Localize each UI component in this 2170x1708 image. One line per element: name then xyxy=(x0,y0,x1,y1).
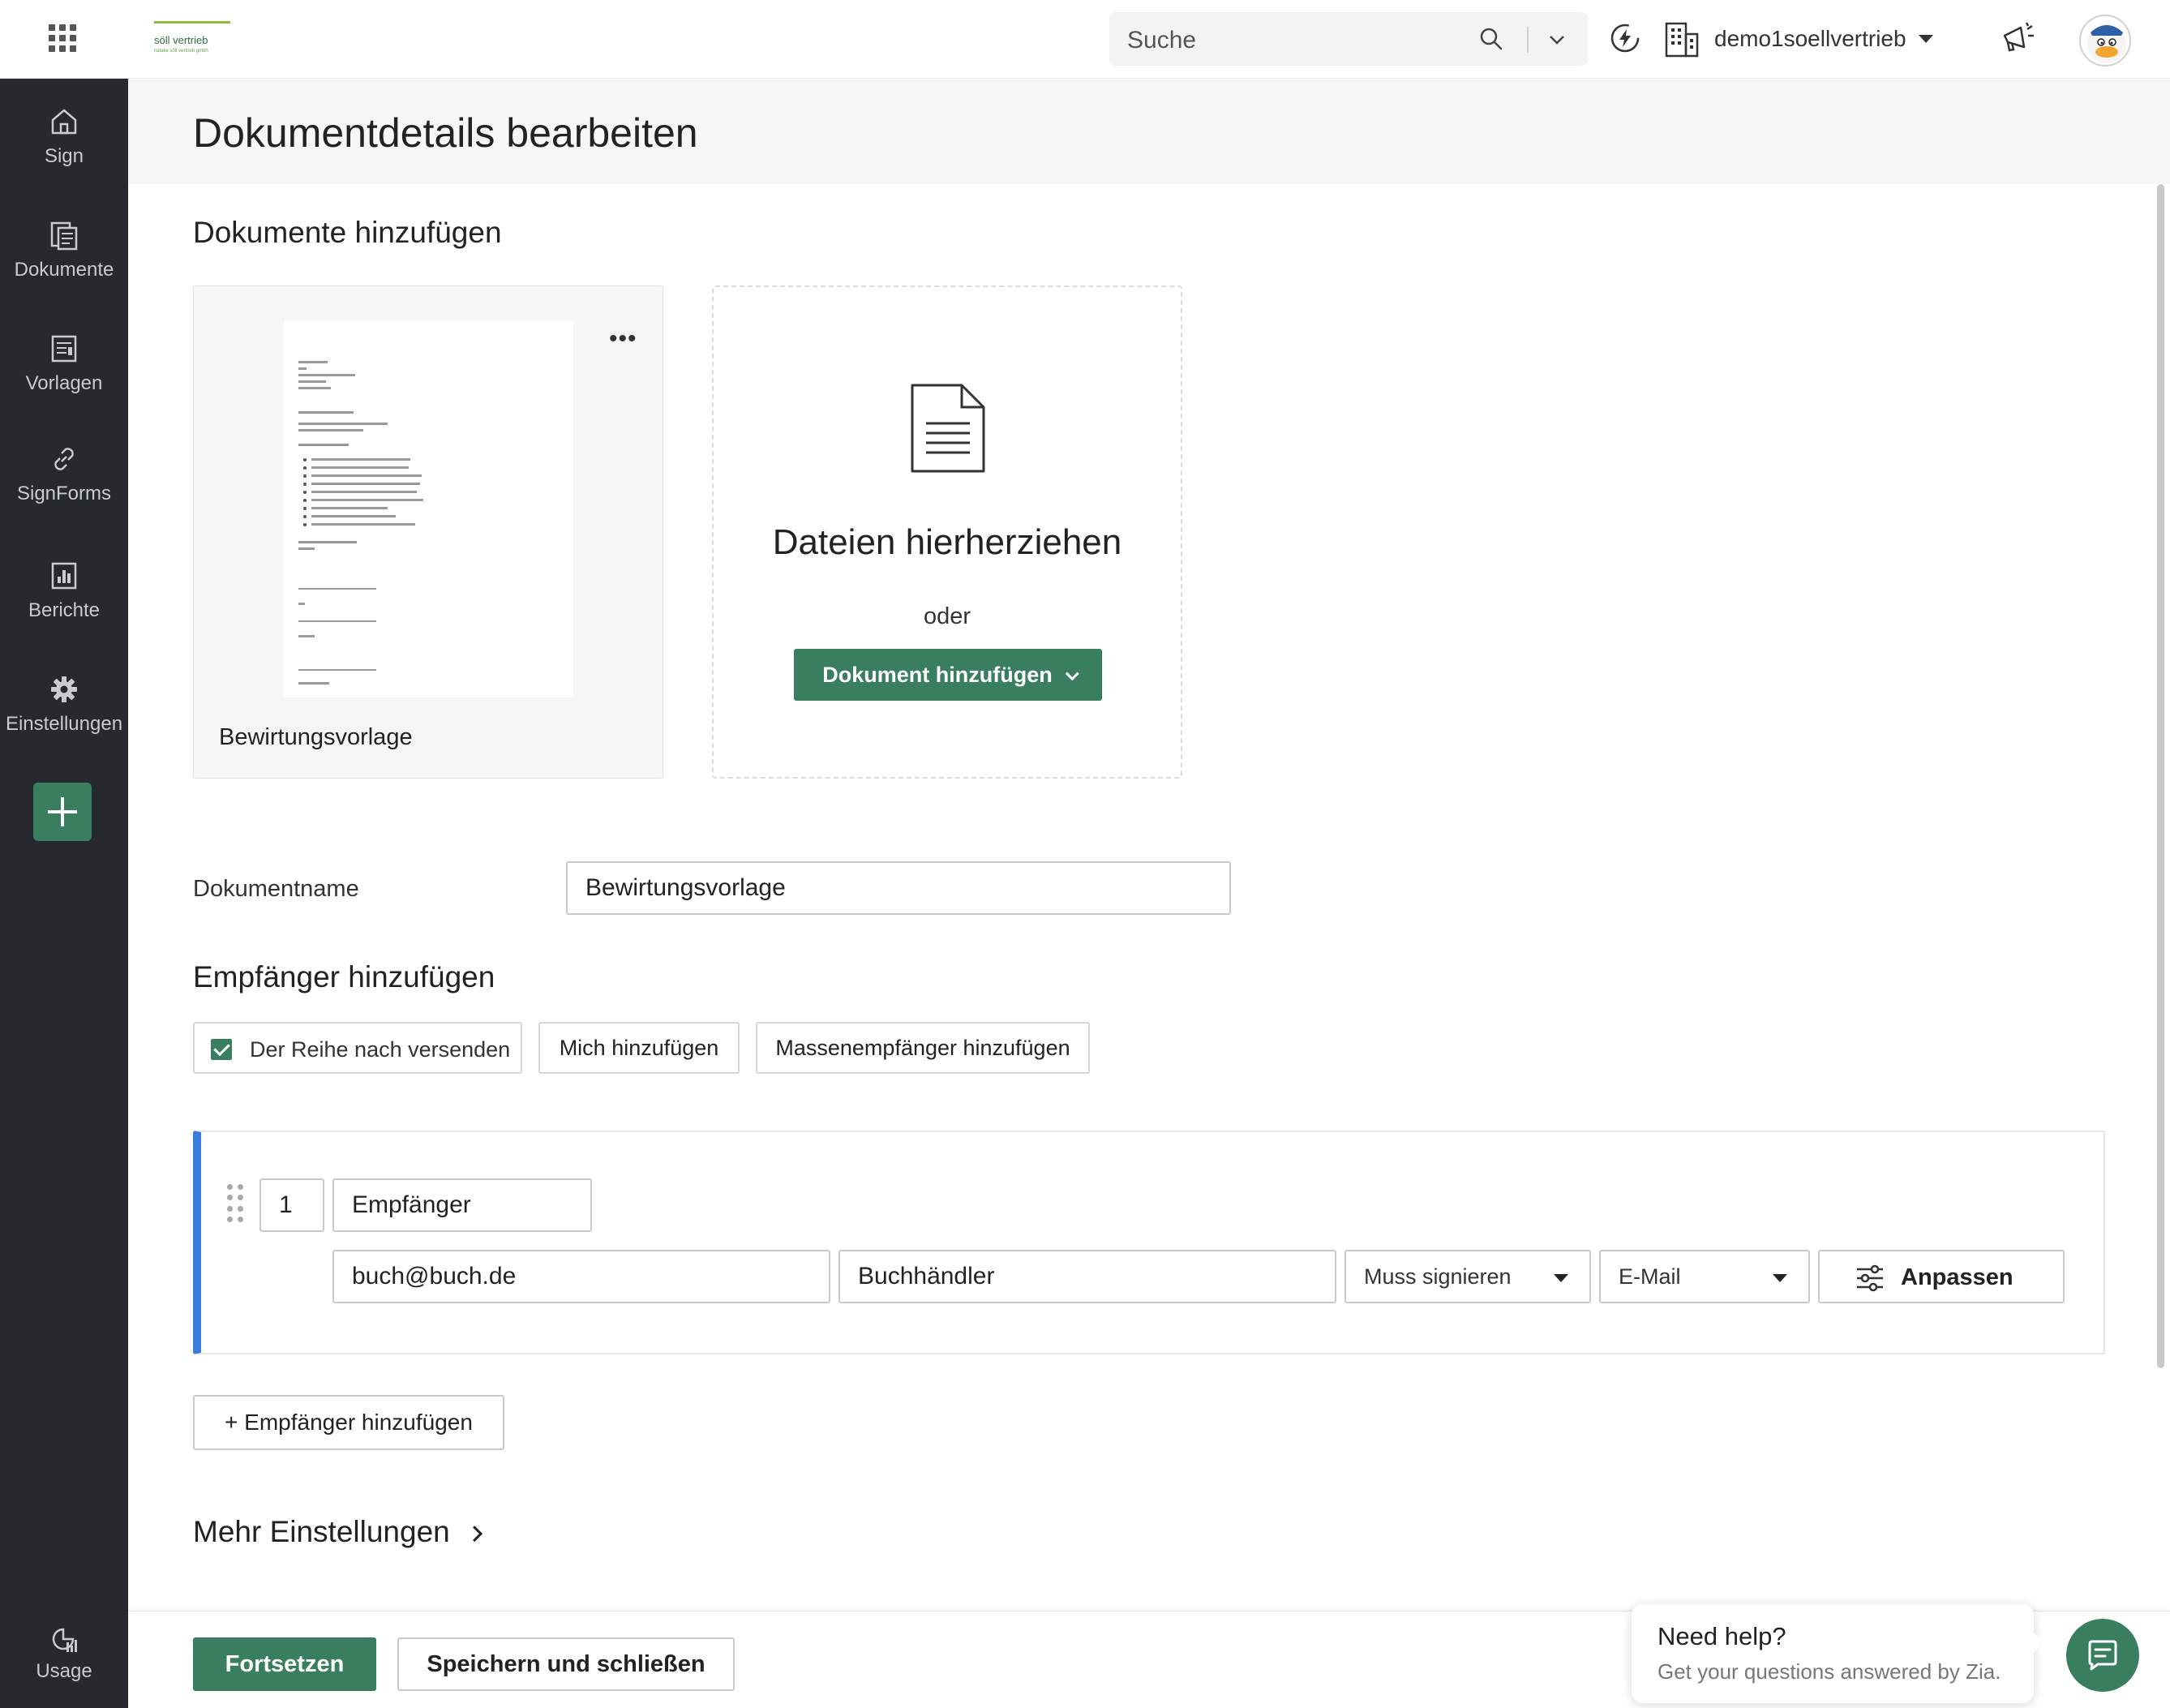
continue-button[interactable]: Fortsetzen xyxy=(193,1637,376,1691)
more-settings-label: Mehr Einstellungen xyxy=(193,1515,450,1548)
sidebar-item-sign[interactable]: Sign xyxy=(0,106,128,168)
search-input[interactable]: Suche xyxy=(1109,12,1588,66)
avatar[interactable] xyxy=(2079,15,2131,67)
help-subtitle: Get your questions answered by Zia. xyxy=(1658,1659,2001,1684)
save-close-button[interactable]: Speichern und schließen xyxy=(397,1637,735,1691)
recipient-delivery-select[interactable]: E-Mail xyxy=(1599,1250,1810,1303)
scrollbar[interactable] xyxy=(2157,184,2164,1368)
file-icon xyxy=(910,383,986,478)
dropzone-or: oder xyxy=(923,603,971,629)
create-new-button[interactable] xyxy=(33,783,92,841)
org-name[interactable]: demo1soellvertrieb xyxy=(1714,26,1906,52)
recipient-email-input[interactable]: buch@buch.de xyxy=(332,1250,830,1303)
recipient-order-input[interactable]: 1 xyxy=(259,1178,324,1232)
chevron-down-icon xyxy=(1065,667,1079,681)
reports-icon xyxy=(49,560,79,591)
home-icon xyxy=(49,106,79,137)
megaphone-icon[interactable] xyxy=(2000,19,2037,61)
usage-icon xyxy=(49,1624,79,1655)
sidebar-item-dokumente[interactable]: Dokumente xyxy=(0,220,128,281)
sidebar-item-berichte[interactable]: Berichte xyxy=(0,560,128,622)
customize-button[interactable]: Anpassen xyxy=(1818,1250,2065,1303)
document-card[interactable]: ••• Bewirtungsvorlage xyxy=(193,285,663,779)
document-card-label: Bewirtungsvorlage xyxy=(219,724,413,750)
document-name-label: Dokumentname xyxy=(193,876,359,902)
recipient-delivery-value: E-Mail xyxy=(1619,1264,1681,1289)
add-document-button[interactable]: Dokument hinzufügen xyxy=(794,649,1102,701)
recipient-type-field[interactable]: Empfänger xyxy=(332,1178,592,1232)
sidebar-item-label: SignForms xyxy=(16,483,112,504)
add-recipient-button[interactable]: + Empfänger hinzufügen xyxy=(193,1395,504,1450)
add-me-button[interactable]: Mich hinzufügen xyxy=(538,1022,740,1074)
chevron-down-icon[interactable] xyxy=(1547,30,1567,54)
document-name-input[interactable]: Bewirtungsvorlage xyxy=(566,861,1231,915)
page-title: Dokumentdetails bearbeiten xyxy=(193,110,698,156)
top-bar: söll vertrieb natalie söll vertrieb gmbh… xyxy=(0,0,2170,79)
checkbox-checked-icon[interactable] xyxy=(211,1039,232,1060)
chat-icon xyxy=(2088,1640,2117,1671)
page-header: Dokumentdetails bearbeiten xyxy=(128,79,2170,184)
file-dropzone[interactable]: Dateien hierherziehen oder Dokument hinz… xyxy=(712,285,1182,779)
sidebar-item-label: Usage xyxy=(36,1660,92,1682)
brand-logo[interactable]: söll vertrieb natalie söll vertrieb gmbh xyxy=(152,19,232,57)
sidebar-item-label: Vorlagen xyxy=(25,372,103,394)
sidebar-item-label: Einstellungen xyxy=(5,713,123,735)
documents-section-title: Dokumente hinzufügen xyxy=(193,216,502,249)
sidebar-item-label: Sign xyxy=(44,145,84,167)
customize-label: Anpassen xyxy=(1901,1264,2013,1290)
add-document-label: Dokument hinzufügen xyxy=(822,663,1053,687)
search-divider xyxy=(1527,27,1529,53)
search-placeholder: Suche xyxy=(1127,27,1197,54)
sidebar: Sign Dokumente Vorlagen SignForms Berich… xyxy=(0,79,128,1708)
sidebar-item-usage[interactable]: Usage xyxy=(0,1624,128,1683)
gear-icon xyxy=(49,674,79,705)
document-thumbnail[interactable] xyxy=(284,320,573,697)
recipient-action-select[interactable]: Muss signieren xyxy=(1344,1250,1591,1303)
recipient-name-input[interactable]: Buchhändler xyxy=(838,1250,1336,1303)
bolt-icon[interactable] xyxy=(1609,22,1641,58)
caret-down-icon xyxy=(1773,1274,1787,1282)
sequential-send-label: Der Reihe nach versenden xyxy=(250,1037,511,1062)
more-options-icon[interactable]: ••• xyxy=(609,325,637,353)
org-dropdown-icon[interactable] xyxy=(1919,35,1933,43)
brand-logo-text: söll vertrieb xyxy=(154,34,208,46)
sidebar-item-label: Berichte xyxy=(28,599,101,621)
apps-grid-icon[interactable] xyxy=(49,24,76,52)
recipients-section-title: Empfänger hinzufügen xyxy=(193,960,495,993)
more-settings-toggle[interactable]: Mehr Einstellungen xyxy=(193,1515,482,1549)
building-icon xyxy=(1664,21,1700,62)
drag-handle-icon[interactable] xyxy=(227,1184,245,1223)
help-bubble[interactable]: Need help? Get your questions answered b… xyxy=(1632,1604,2043,1703)
sequential-send-checkbox[interactable]: Der Reihe nach versenden xyxy=(193,1022,522,1074)
sidebar-item-vorlagen[interactable]: Vorlagen xyxy=(0,333,128,395)
sidebar-item-signforms[interactable]: SignForms xyxy=(0,444,128,505)
templates-icon xyxy=(49,333,79,364)
documents-icon xyxy=(49,220,79,251)
caret-down-icon xyxy=(1554,1274,1568,1282)
recipient-action-value: Muss signieren xyxy=(1364,1264,1512,1289)
recipient-card xyxy=(193,1131,2105,1354)
help-title: Need help? xyxy=(1658,1622,1786,1650)
sidebar-item-label: Dokumente xyxy=(14,259,114,281)
bulk-add-button[interactable]: Massenempfänger hinzufügen xyxy=(756,1022,1090,1074)
search-icon[interactable] xyxy=(1479,27,1503,55)
chat-button[interactable] xyxy=(2066,1619,2139,1692)
sliders-icon xyxy=(1855,1264,1885,1296)
dropzone-title: Dateien hierherziehen xyxy=(772,522,1122,562)
brand-logo-subtext: natalie söll vertrieb gmbh xyxy=(154,49,208,54)
sidebar-item-einstellungen[interactable]: Einstellungen xyxy=(0,674,128,736)
chevron-right-icon xyxy=(466,1526,482,1543)
link-icon xyxy=(49,444,79,474)
